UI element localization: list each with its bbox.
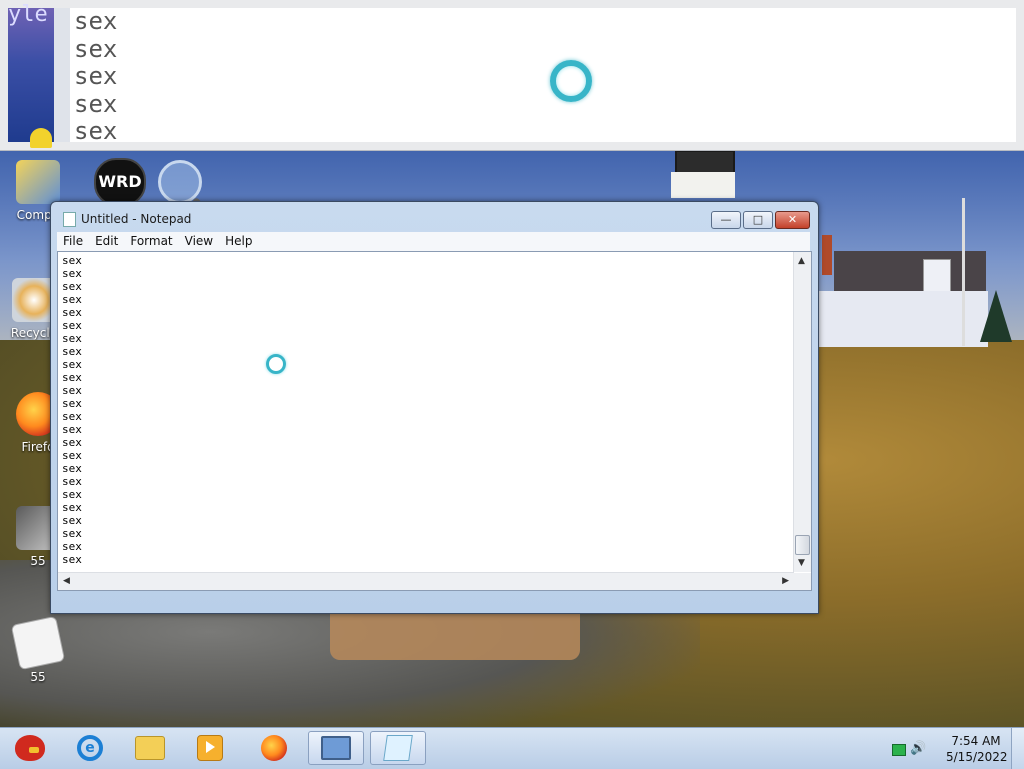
horizontal-scrollbar[interactable]: ◀ ▶ — [58, 572, 794, 590]
scroll-left-arrow-icon[interactable]: ◀ — [63, 576, 70, 586]
bulb-icon — [30, 128, 52, 148]
taskbar-firefox[interactable] — [246, 731, 302, 765]
window-title: Untitled - Notepad — [81, 212, 192, 226]
magnifier-view: yle sex sex sex sex sex — [0, 0, 1024, 151]
menu-file[interactable]: File — [57, 232, 89, 251]
editor-line: sex — [62, 488, 82, 501]
magnified-line: sex — [74, 8, 118, 35]
wallpaper-lighthouse — [665, 150, 741, 198]
magnified-line: sex — [74, 117, 118, 142]
computer-icon — [16, 160, 60, 204]
editor-line: sex — [62, 254, 82, 267]
editor-content[interactable]: sex sex sex sex sex sex sex sex sex sex sex sex sex s… — [62, 254, 790, 574]
taskbar-angry-birds[interactable] — [2, 731, 58, 765]
house-chimney — [822, 235, 832, 275]
notepad-window: Untitled - Notepad — □ ✕ File Edit Format V… — [50, 201, 819, 614]
editor-line: sex — [62, 436, 82, 449]
editor-line: sex — [62, 501, 82, 514]
notepad-icon — [383, 735, 413, 761]
taskbar-media-player[interactable] — [182, 731, 238, 765]
wrd-app-icon[interactable]: WRD — [94, 158, 146, 206]
resize-grip[interactable] — [794, 573, 811, 590]
editor-line: sex — [62, 267, 82, 280]
close-button[interactable]: ✕ — [775, 211, 810, 229]
firefox-icon — [261, 735, 287, 761]
minimize-button[interactable]: — — [711, 211, 741, 229]
menu-view[interactable]: View — [179, 232, 219, 251]
editor-line: sex — [62, 345, 82, 358]
lighthouse-tower — [671, 172, 735, 198]
desktop-icon-document-55[interactable]: 55 — [8, 615, 68, 684]
editor-line: sex — [62, 527, 82, 540]
editor-line: sex — [62, 280, 82, 293]
editor-line: sex — [62, 514, 82, 527]
editor-line: sex — [62, 475, 82, 488]
scroll-up-arrow-icon[interactable]: ▲ — [798, 256, 805, 266]
network-icon[interactable] — [892, 744, 906, 756]
folder-icon — [135, 736, 165, 760]
angry-birds-icon — [15, 735, 45, 761]
editor-line: sex — [62, 293, 82, 306]
text-document-icon — [10, 615, 66, 671]
title-bar[interactable]: Untitled - Notepad — □ ✕ — [51, 202, 818, 232]
busy-cursor-icon — [266, 354, 286, 374]
scrollbar-thumb[interactable] — [795, 535, 810, 555]
editor-line: sex — [62, 397, 82, 410]
magnified-line: sex — [74, 34, 118, 63]
editor-line: sex — [62, 553, 82, 566]
taskbar-internet-explorer[interactable]: e — [62, 731, 118, 765]
editor-line: sex — [62, 384, 82, 397]
editor-line: sex — [62, 332, 82, 345]
scroll-down-arrow-icon[interactable]: ▼ — [798, 558, 805, 568]
editor-line: sex — [62, 358, 82, 371]
magnified-text-area: sex sex sex sex sex — [70, 8, 1016, 142]
system-tray: 🔊 7:54 AM 5/15/2022 — [884, 728, 1024, 769]
taskbar: e 🔊 7:54 AM 5/15/2022 — [0, 727, 1024, 769]
clock[interactable]: 7:54 AM 5/15/2022 — [946, 733, 1008, 765]
editor-line: sex — [62, 462, 82, 475]
taskbar-notepad[interactable] — [370, 731, 426, 765]
text-editor[interactable]: sex sex sex sex sex sex sex sex sex sex sex sex sex s… — [57, 251, 812, 591]
menu-format[interactable]: Format — [124, 232, 178, 251]
editor-line: sex — [62, 306, 82, 319]
menu-help[interactable]: Help — [219, 232, 258, 251]
remote-desktop-icon — [321, 736, 351, 760]
notepad-icon — [63, 212, 76, 227]
vertical-scrollbar[interactable]: ▲ ▼ — [793, 252, 811, 572]
media-player-icon — [197, 735, 223, 761]
magnified-line: sex — [74, 89, 118, 118]
show-desktop-button[interactable] — [1011, 728, 1024, 769]
editor-line: sex — [62, 410, 82, 423]
menu-bar: File Edit Format View Help — [57, 232, 810, 252]
editor-line: sex — [62, 371, 82, 384]
editor-line: sex — [62, 319, 82, 332]
desktop-icon-label: 55 — [30, 670, 46, 684]
magnified-gutter — [54, 8, 70, 142]
wallpaper-flagpole — [962, 198, 965, 346]
magnified-glyphs: yle — [8, 2, 48, 27]
editor-line: sex — [62, 449, 82, 462]
wallpaper-tree — [980, 290, 1012, 342]
menu-edit[interactable]: Edit — [89, 232, 124, 251]
volume-icon[interactable]: 🔊 — [910, 741, 926, 756]
taskbar-file-explorer[interactable] — [122, 731, 178, 765]
clock-date: 5/15/2022 — [946, 750, 1008, 764]
editor-line: sex — [62, 423, 82, 436]
clock-time: 7:54 AM — [951, 734, 1001, 748]
magnified-desktop-edge: yle — [8, 2, 54, 148]
magnifier-icon[interactable] — [158, 160, 215, 221]
scroll-right-arrow-icon[interactable]: ▶ — [782, 576, 789, 586]
busy-spinner-icon — [550, 60, 592, 102]
taskbar-remote-desktop[interactable] — [308, 731, 364, 765]
editor-line: sex — [62, 540, 82, 553]
internet-explorer-icon: e — [77, 735, 103, 761]
magnified-line: sex — [74, 62, 118, 90]
maximize-button[interactable]: □ — [743, 211, 773, 229]
